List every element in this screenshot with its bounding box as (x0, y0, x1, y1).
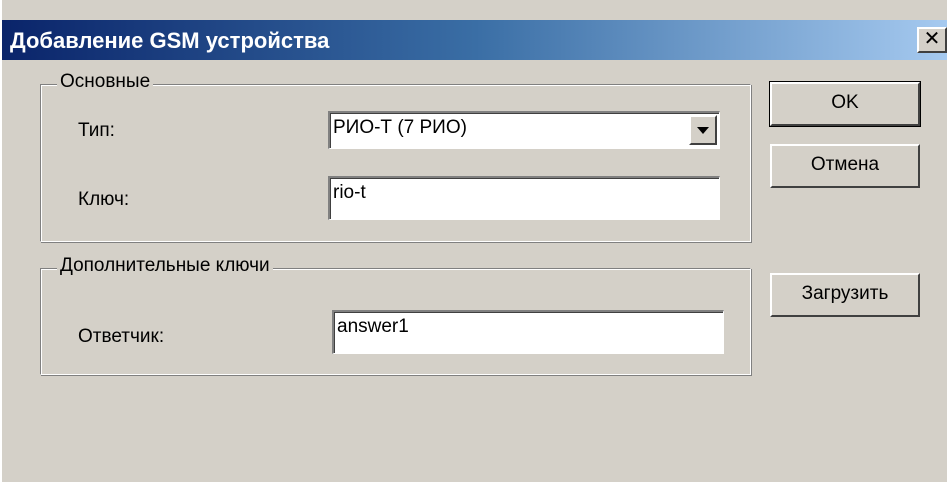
close-icon: ✕ (923, 28, 941, 50)
key-input[interactable]: rio-t (328, 176, 720, 220)
type-label: Тип: (78, 120, 115, 141)
responder-label: Ответчик: (78, 326, 165, 347)
window-title: Добавление GSM устройства (10, 28, 330, 53)
type-select[interactable]: РИО-Т (7 РИО) (328, 111, 720, 149)
dropdown-button[interactable] (689, 115, 717, 145)
key-label: Ключ: (78, 189, 130, 210)
main-group-title: Основные (57, 71, 154, 93)
ok-button[interactable]: OK (769, 81, 921, 127)
load-button[interactable]: Загрузить (770, 273, 920, 317)
title-bar[interactable]: Добавление GSM устройства ✕ (2, 20, 947, 60)
type-select-value: РИО-Т (7 РИО) (333, 117, 467, 138)
chevron-down-icon (697, 127, 709, 134)
extra-keys-group-title: Дополнительные ключи (57, 255, 273, 277)
dialog-window: Добавление GSM устройства ✕ Основные Тип… (0, 0, 947, 482)
close-button[interactable]: ✕ (917, 27, 947, 53)
responder-input[interactable]: answer1 (332, 310, 724, 354)
cancel-button[interactable]: Отмена (770, 144, 920, 188)
